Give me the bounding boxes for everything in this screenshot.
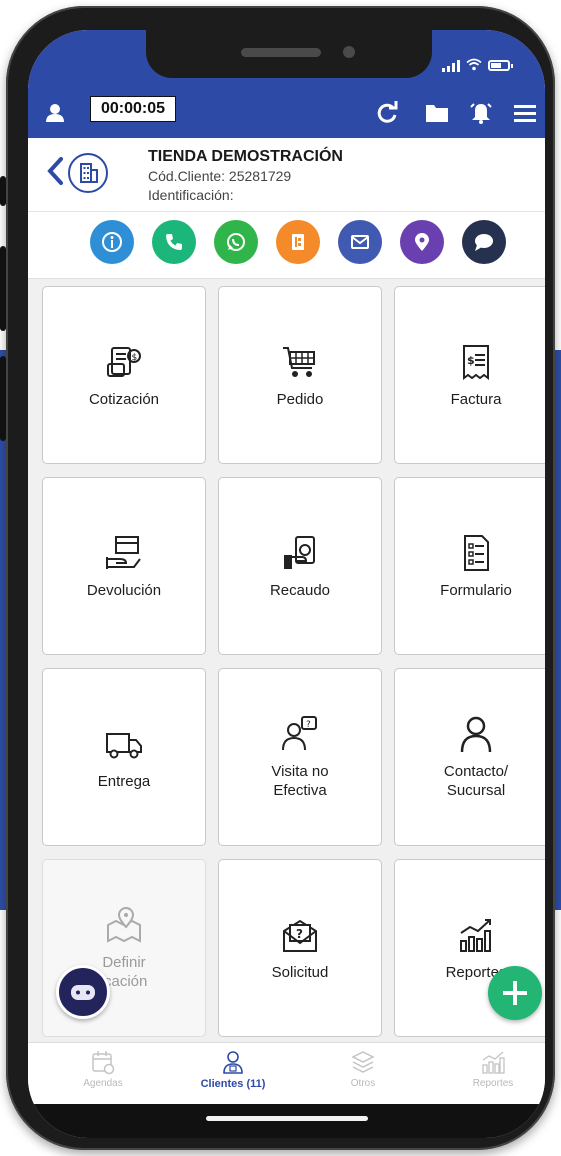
tile-cotizacion[interactable]: $ Cotización (42, 286, 206, 464)
svg-text:?: ? (306, 720, 311, 730)
tile-contacto-sucursal[interactable]: Contacto/ Sucursal (394, 668, 545, 846)
phone-side-button (0, 246, 6, 331)
phone-side-button (0, 356, 6, 441)
truck-icon (106, 732, 142, 758)
back-arrow-icon[interactable] (46, 156, 64, 186)
document-icon (292, 234, 304, 250)
phone-icon (166, 234, 182, 250)
email-button[interactable] (338, 220, 382, 264)
visit-icon: ? (282, 716, 317, 751)
building-icon (80, 163, 98, 183)
phone-notch (146, 30, 432, 78)
plus-icon (503, 981, 527, 1005)
clients-icon (223, 1051, 243, 1074)
cart-icon (283, 346, 315, 377)
document-button[interactable] (276, 220, 320, 264)
client-name: TIENDA DEMOSTRACIÓN (148, 148, 343, 165)
calendar-icon (92, 1051, 115, 1075)
tile-label: Factura (450, 390, 502, 408)
return-icon (106, 535, 141, 569)
svg-text:?: ? (296, 927, 303, 941)
bottom-navigation: Agendas Clientes (11) Otros Reportes (28, 1042, 545, 1104)
home-indicator[interactable] (206, 1116, 368, 1121)
add-fab-button[interactable] (488, 966, 542, 1020)
info-button[interactable] (90, 220, 134, 264)
cash-icon (284, 535, 315, 569)
module-grid: $ Cotización Pedido $ Factura Devolución… (28, 278, 545, 1048)
whatsapp-icon (227, 233, 245, 251)
session-timer: 00:00:05 (90, 96, 176, 122)
home-indicator-area (28, 1104, 545, 1138)
location-icon (415, 233, 429, 251)
svg-text:$: $ (467, 354, 475, 367)
form-icon (464, 534, 489, 571)
app-header: 00:00:05 (28, 30, 545, 138)
tile-label: Formulario (440, 581, 512, 599)
reports-icon (460, 918, 491, 952)
chat-icon (475, 234, 493, 251)
svg-text:$: $ (132, 353, 138, 363)
client-identification: Identificación: (148, 187, 234, 203)
nav-clientes[interactable]: Clientes (11) (178, 1049, 288, 1101)
nav-agendas[interactable]: Agendas (48, 1049, 158, 1101)
chat-button[interactable] (462, 220, 506, 264)
nav-label: Reportes (472, 1078, 514, 1089)
sync-icon[interactable] (374, 100, 400, 126)
location-button[interactable] (400, 220, 444, 264)
whatsapp-button[interactable] (214, 220, 258, 264)
tile-label: Cotización (88, 390, 160, 408)
nav-label: Clientes (11) (200, 1078, 266, 1090)
chatbot-button[interactable] (56, 965, 110, 1019)
phone-side-button (0, 176, 6, 206)
battery-icon (488, 60, 513, 71)
request-icon: ? (283, 919, 317, 952)
tile-label: Pedido (276, 390, 324, 408)
folder-icon[interactable] (424, 100, 450, 126)
contact-icon (460, 716, 492, 753)
tile-label: Visita no Efectiva (271, 763, 329, 799)
phone-frame: 00:00:05 TIENDA DEMOSTRACIÓN Cód.Cliente… (0, 6, 555, 1150)
client-avatar[interactable] (68, 153, 108, 193)
tile-devolucion[interactable]: Devolución (42, 477, 206, 655)
tile-factura[interactable]: $ Factura (394, 286, 545, 464)
bar-chart-icon (482, 1051, 505, 1074)
tile-label: Devolución (86, 581, 162, 599)
alarm-bell-icon[interactable] (468, 100, 494, 126)
quick-actions-bar (28, 220, 545, 272)
menu-icon[interactable] (512, 100, 538, 126)
client-code: Cód.Cliente: 25281729 (148, 168, 292, 184)
wifi-icon (466, 58, 482, 73)
tile-recaudo[interactable]: Recaudo (218, 477, 382, 655)
nav-label: Otros (350, 1078, 376, 1089)
call-button[interactable] (152, 220, 196, 264)
nav-otros[interactable]: Otros (308, 1049, 418, 1101)
quote-icon: $ (107, 346, 141, 377)
layers-icon (351, 1051, 375, 1073)
invoice-icon: $ (463, 344, 489, 380)
user-icon[interactable] (42, 100, 68, 126)
system-status-icons (442, 58, 513, 73)
robot-icon (71, 985, 95, 1000)
toolbar: 00:00:05 (28, 92, 545, 134)
tile-label: Recaudo (269, 581, 331, 599)
map-pin-icon (107, 907, 141, 943)
tile-label: Entrega (97, 772, 151, 790)
signal-icon (442, 59, 460, 72)
nav-label: Agendas (83, 1078, 123, 1089)
tile-formulario[interactable]: Formulario (394, 477, 545, 655)
mail-icon (351, 235, 369, 249)
tile-label: Contacto/ Sucursal (443, 763, 509, 799)
tile-visita-no-efectiva[interactable]: ? Visita no Efectiva (218, 668, 382, 846)
client-header: TIENDA DEMOSTRACIÓN Cód.Cliente: 2528172… (28, 138, 545, 212)
tile-label: Solicitud (271, 963, 329, 981)
app-screen: 00:00:05 TIENDA DEMOSTRACIÓN Cód.Cliente… (28, 30, 545, 1138)
tile-solicitud[interactable]: ? Solicitud (218, 859, 382, 1037)
nav-reportes[interactable]: Reportes (438, 1049, 545, 1101)
info-icon (102, 232, 122, 252)
tile-pedido[interactable]: Pedido (218, 286, 382, 464)
tile-entrega[interactable]: Entrega (42, 668, 206, 846)
